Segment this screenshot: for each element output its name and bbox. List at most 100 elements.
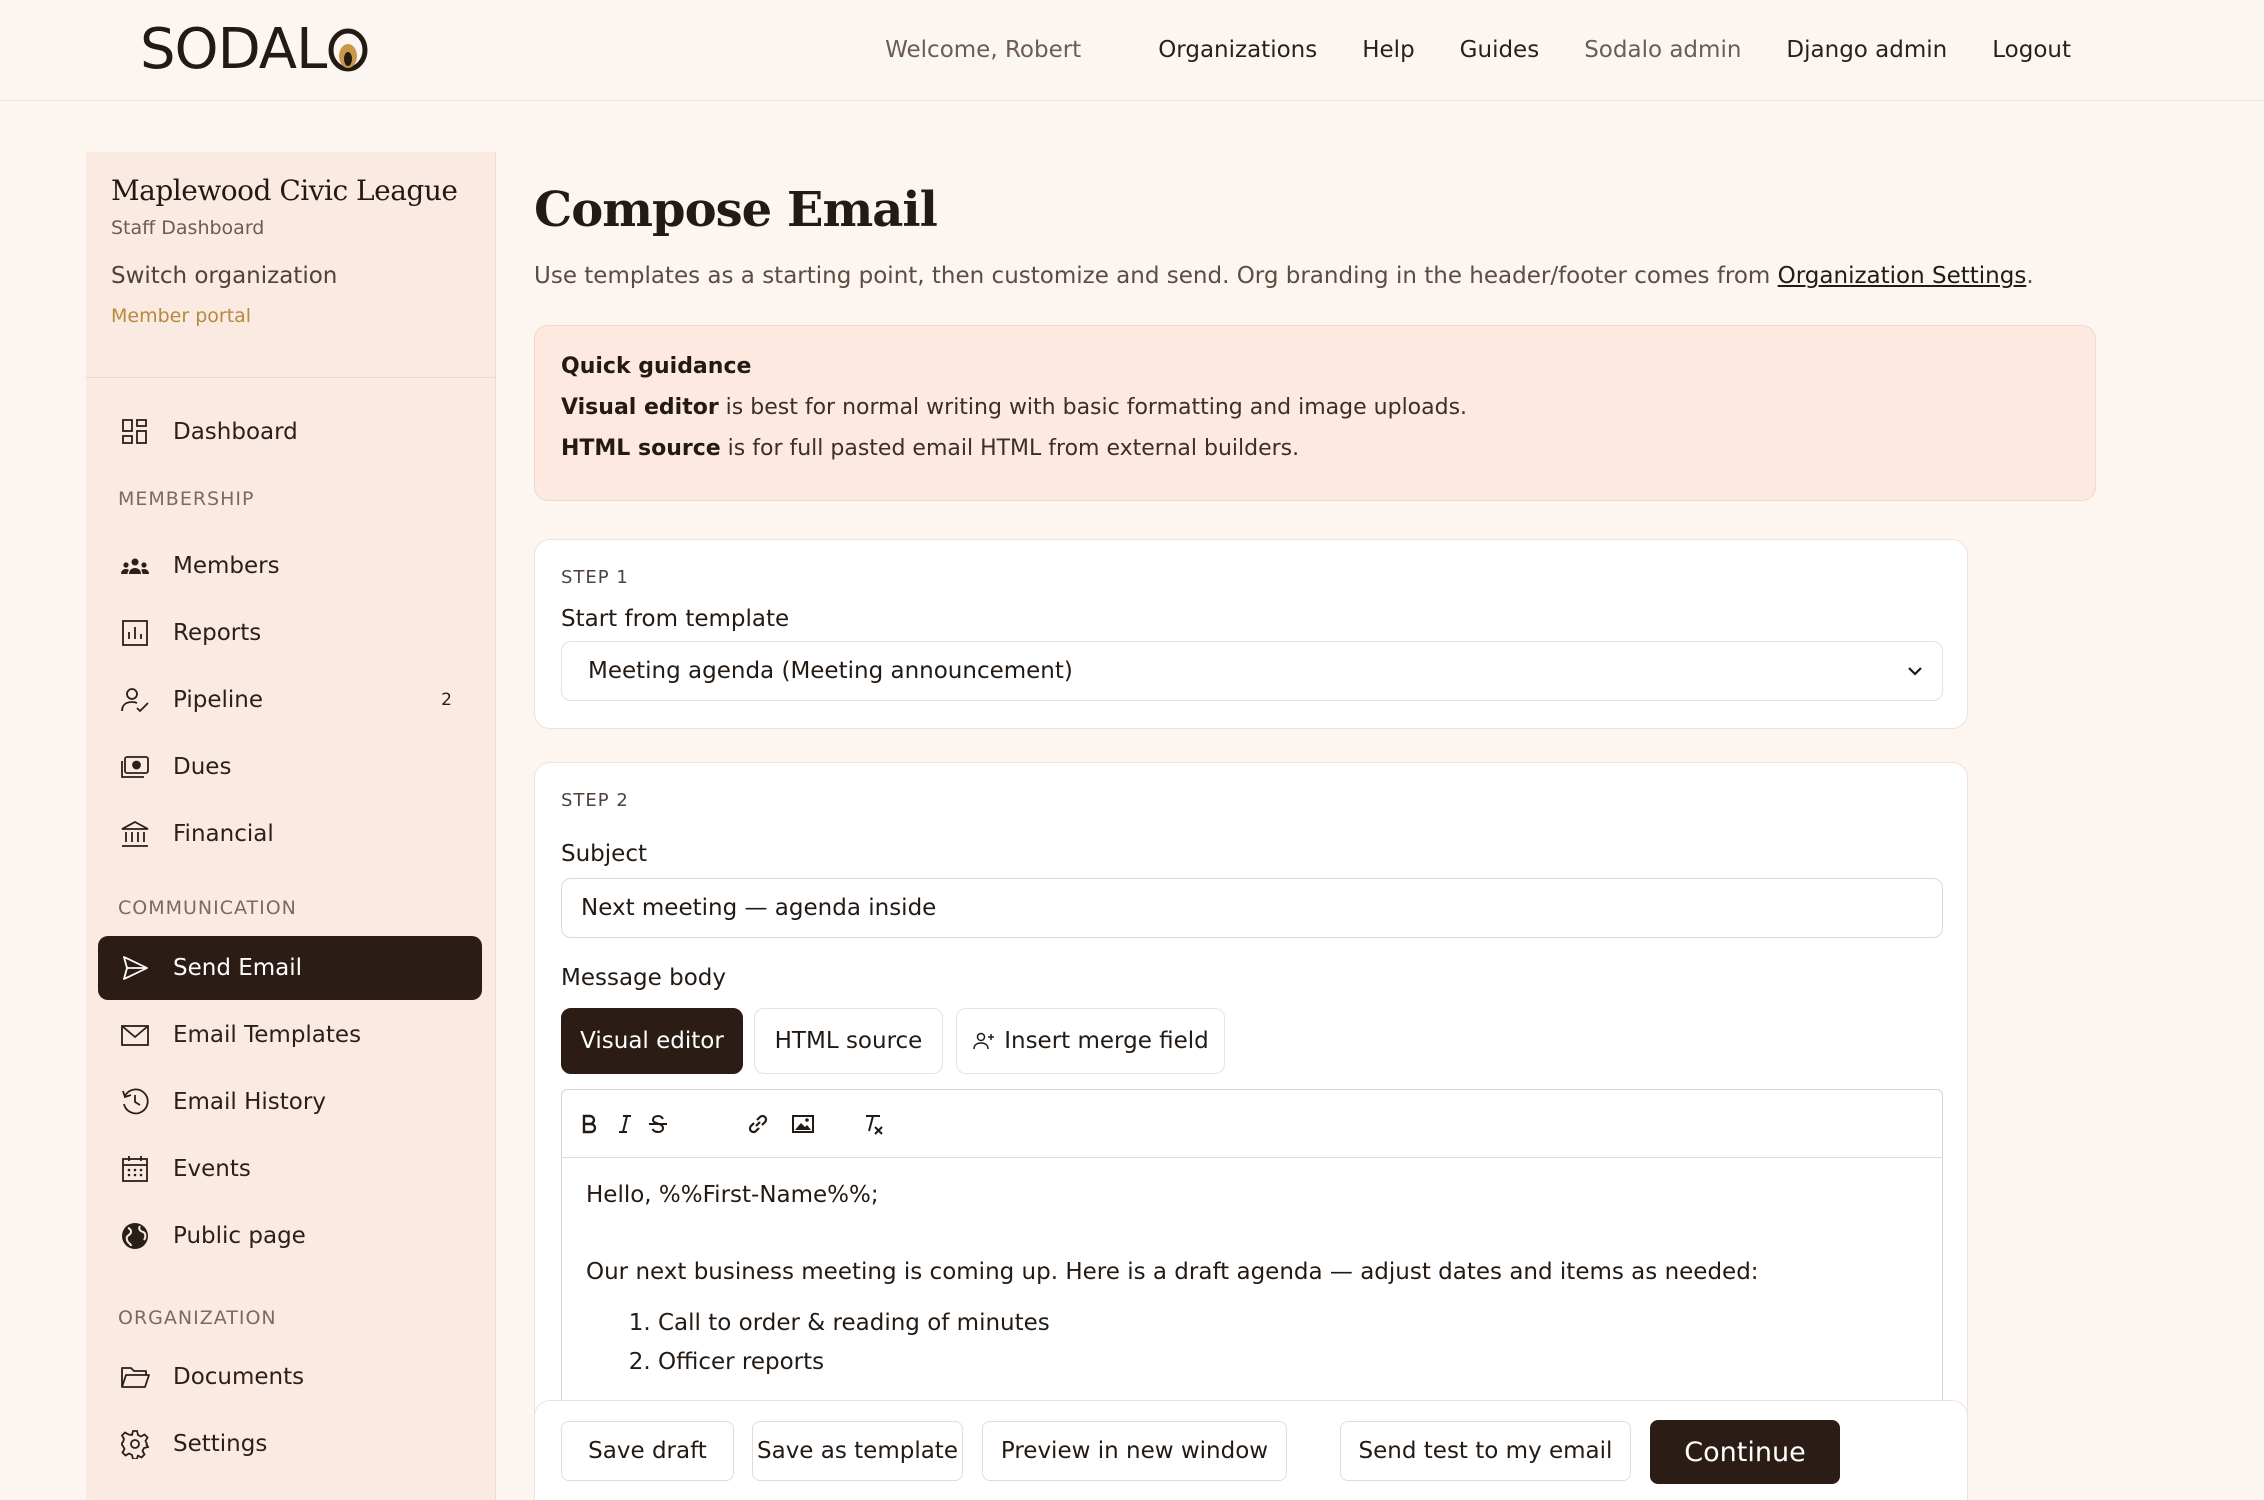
page-title: Compose Email xyxy=(534,182,938,238)
italic-button[interactable] xyxy=(610,1109,640,1139)
folder-icon xyxy=(118,1360,152,1394)
sidebar-item-label: Members xyxy=(173,553,280,579)
sidebar: Maplewood Civic League Staff Dashboard S… xyxy=(86,152,496,1500)
sidebar-item-financial[interactable]: Financial xyxy=(98,802,482,866)
guidance-line-html: HTML source is for full pasted email HTM… xyxy=(561,436,2069,461)
template-select-value: Meeting agenda (Meeting announcement) xyxy=(588,658,1073,684)
reports-icon xyxy=(118,616,152,650)
user-plus-icon xyxy=(973,1032,995,1050)
editor-toolbar xyxy=(562,1090,1942,1158)
nav-logout[interactable]: Logout xyxy=(1992,37,2071,63)
envelope-icon xyxy=(118,1018,152,1052)
step1-label: STEP 1 xyxy=(561,567,629,588)
bold-button[interactable] xyxy=(574,1109,604,1139)
logo-text: SODAL xyxy=(140,16,327,82)
dashboard-icon xyxy=(118,415,152,449)
nav-guides[interactable]: Guides xyxy=(1460,37,1540,63)
continue-button[interactable]: Continue xyxy=(1650,1420,1840,1484)
save-draft-button[interactable]: Save draft xyxy=(561,1421,734,1481)
money-icon xyxy=(118,750,152,784)
guidance-title: Quick guidance xyxy=(561,354,752,379)
guidance-html-term: HTML source xyxy=(561,436,721,461)
email-paragraph: Our next business meeting is coming up. … xyxy=(586,1259,1759,1285)
sidebar-item-settings[interactable]: Settings xyxy=(98,1412,482,1476)
nav-organizations[interactable]: Organizations xyxy=(1158,37,1317,63)
clear-formatting-button[interactable] xyxy=(858,1109,888,1139)
description-text: Use templates as a starting point, then … xyxy=(534,263,1778,289)
sidebar-item-email-templates[interactable]: Email Templates xyxy=(98,1003,482,1067)
sidebar-item-documents[interactable]: Documents xyxy=(98,1345,482,1409)
clear-format-icon xyxy=(866,1115,883,1135)
user-check-icon xyxy=(118,683,152,717)
members-icon xyxy=(118,549,152,583)
step2-card: STEP 2 Subject Next meeting — agenda ins… xyxy=(534,762,1968,1500)
sidebar-item-events[interactable]: Events xyxy=(98,1137,482,1201)
sidebar-item-reports[interactable]: Reports xyxy=(98,601,482,665)
sidebar-item-dashboard[interactable]: Dashboard xyxy=(98,400,482,464)
welcome-text: Welcome, Robert xyxy=(885,37,1082,63)
subject-label: Subject xyxy=(561,841,647,867)
sidebar-item-label: Financial xyxy=(173,821,274,847)
nav-django-admin[interactable]: Django admin xyxy=(1786,37,1947,63)
sidebar-item-label: Email Templates xyxy=(173,1022,362,1048)
sidebar-item-label: Public page xyxy=(173,1223,306,1249)
message-body-label: Message body xyxy=(561,965,726,991)
tab-visual-editor[interactable]: Visual editor xyxy=(561,1008,743,1074)
sidebar-item-label: Dues xyxy=(173,754,232,780)
sidebar-item-label: Email History xyxy=(173,1089,326,1115)
sidebar-item-label: Dashboard xyxy=(173,419,298,445)
guidance-line-visual: Visual editor is best for normal writing… xyxy=(561,395,2069,420)
insert-merge-field-button[interactable]: Insert merge field xyxy=(956,1008,1225,1074)
org-block: Maplewood Civic League Staff Dashboard S… xyxy=(86,152,495,378)
chevron-down-icon xyxy=(1908,667,1922,676)
preview-button[interactable]: Preview in new window xyxy=(982,1421,1287,1481)
sodalo-logo[interactable]: SODAL xyxy=(140,16,368,82)
sidebar-item-label: Send Email xyxy=(173,955,303,981)
sidebar-item-send-email[interactable]: Send Email xyxy=(98,936,482,1000)
page-description: Use templates as a starting point, then … xyxy=(534,263,2034,289)
template-field-label: Start from template xyxy=(561,606,790,632)
top-bar: SODAL Welcome, Robert Organizations Help… xyxy=(0,0,2264,101)
tab-html-source[interactable]: HTML source xyxy=(754,1008,943,1074)
sidebar-item-label: Documents xyxy=(173,1364,305,1390)
logo-o-mark xyxy=(328,28,368,72)
top-nav: Welcome, Robert Organizations Help Guide… xyxy=(885,30,2071,70)
guidance-visual-term: Visual editor xyxy=(561,395,719,420)
calendar-icon xyxy=(118,1152,152,1186)
subject-value: Next meeting — agenda inside xyxy=(581,895,937,921)
send-test-button[interactable]: Send test to my email xyxy=(1340,1421,1631,1481)
quick-guidance-panel: Quick guidance Visual editor is best for… xyxy=(534,325,2096,501)
template-select[interactable]: Meeting agenda (Meeting announcement) xyxy=(561,641,1943,701)
member-portal-link[interactable]: Member portal xyxy=(111,305,471,327)
org-subtitle: Staff Dashboard xyxy=(111,217,265,239)
section-organization: ORGANIZATION xyxy=(118,1307,277,1329)
strikethrough-button[interactable] xyxy=(643,1109,673,1139)
italic-icon xyxy=(619,1115,631,1133)
agenda-item: Officer reports xyxy=(658,1349,1918,1388)
sidebar-item-public-page[interactable]: Public page xyxy=(98,1204,482,1268)
image-icon xyxy=(792,1115,814,1133)
sidebar-item-members[interactable]: Members xyxy=(98,534,482,598)
subject-input[interactable]: Next meeting — agenda inside xyxy=(561,878,1943,938)
sidebar-item-email-history[interactable]: Email History xyxy=(98,1070,482,1134)
link-button[interactable] xyxy=(743,1109,773,1139)
nav-help[interactable]: Help xyxy=(1362,37,1414,63)
editor-content[interactable]: Hello, %%First-Name%%; Our next business… xyxy=(562,1158,1942,1412)
org-name: Maplewood Civic League xyxy=(111,174,458,207)
guidance-visual-text: is best for normal writing with basic fo… xyxy=(718,395,1468,420)
agenda-item: Call to order & reading of minutes xyxy=(658,1310,1918,1349)
organization-settings-link[interactable]: Organization Settings xyxy=(1778,263,2027,289)
sidebar-item-dues[interactable]: Dues xyxy=(98,735,482,799)
tab-html-source-label: HTML source xyxy=(774,1028,923,1054)
save-as-template-button[interactable]: Save as template xyxy=(752,1421,963,1481)
sidebar-item-pipeline[interactable]: Pipeline 2 xyxy=(98,668,482,732)
bold-icon xyxy=(582,1114,597,1134)
step1-card: STEP 1 Start from template Meeting agend… xyxy=(534,539,1968,729)
insert-merge-field-label: Insert merge field xyxy=(1004,1028,1209,1054)
switch-organization-link[interactable]: Switch organization xyxy=(111,263,471,289)
bank-icon xyxy=(118,817,152,851)
nav-sodalo-admin[interactable]: Sodalo admin xyxy=(1584,37,1741,63)
insert-image-button[interactable] xyxy=(788,1109,818,1139)
gear-icon xyxy=(118,1427,152,1461)
agenda-list: Call to order & reading of minutes Offic… xyxy=(586,1310,1918,1388)
